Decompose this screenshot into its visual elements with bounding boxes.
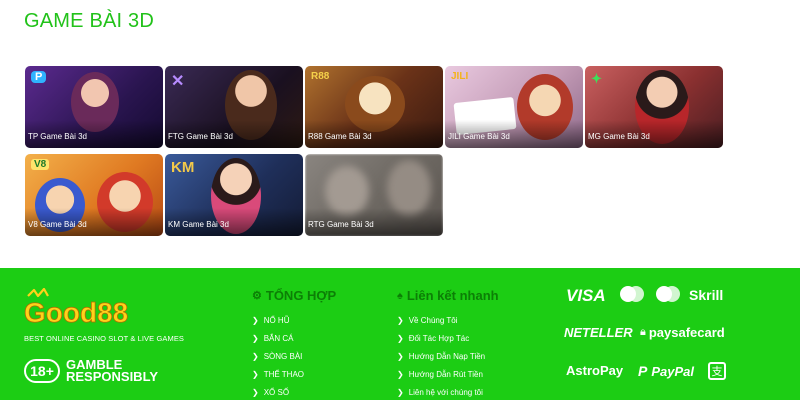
age-18-badge: 18+	[24, 359, 60, 383]
footer-link-no-hu[interactable]: ❯ NỔ HŨ	[252, 311, 304, 329]
footer-tagline: BEST ONLINE CASINO SLOT & LIVE GAMES	[24, 334, 185, 343]
alipay-icon: 支	[708, 362, 726, 380]
game-card-rtg[interactable]: RTG Game Bài 3d	[305, 154, 443, 236]
game-card-v8[interactable]: V8 V8 Game Bài 3d	[25, 154, 163, 236]
lock-icon: 🔒︎	[640, 326, 646, 338]
footer-col-title-summary: ⚙ TỔNG HỢP	[252, 288, 337, 303]
paypal-logo: P PayPal	[638, 363, 694, 379]
gear-icon: ⚙	[252, 290, 262, 302]
svg-text:Good88: Good88	[24, 297, 128, 328]
mastercard-logo	[620, 286, 644, 302]
provider-logo: R88	[311, 71, 330, 82]
paypal-p-icon: P	[638, 363, 648, 379]
chevron-right-icon: ❯	[252, 315, 259, 325]
footer-link-ban-ca[interactable]: ❯ BẮN CÁ	[252, 329, 304, 347]
spade-icon: ♠	[397, 289, 403, 302]
game-card-label: FTG Game Bài 3d	[168, 132, 233, 141]
good88-logo[interactable]: Good88	[24, 288, 154, 328]
chevron-right-icon: ❯	[252, 351, 259, 361]
provider-logo: KM	[171, 159, 195, 176]
chevron-right-icon: ❯	[397, 387, 404, 397]
chevron-right-icon: ❯	[397, 333, 404, 343]
footer-link-song-bai[interactable]: ❯ SÒNG BÀI	[252, 347, 304, 365]
game-card-label: R88 Game Bài 3d	[308, 132, 372, 141]
game-grid: P TP Game Bài 3d ✕ FTG Game Bài 3d R88 R…	[25, 66, 725, 236]
skrill-logo: Skrill	[689, 287, 724, 303]
provider-logo: P	[31, 71, 47, 83]
footer-link-contact[interactable]: ❯ Liên hệ với chúng tôi	[397, 383, 485, 401]
maestro-logo	[656, 286, 680, 302]
game-card-mg[interactable]: ✦ MG Game Bài 3d	[585, 66, 723, 148]
chevron-right-icon: ❯	[397, 315, 404, 325]
chevron-right-icon: ❯	[252, 387, 259, 397]
footer-links-summary: ❯ NỔ HŨ ❯ BẮN CÁ ❯ SÒNG BÀI ❯ THỂ THAO ❯ XỔ S…	[252, 311, 304, 401]
game-card-label: MG Game Bài 3d	[588, 132, 650, 141]
footer-link-deposit-guide[interactable]: ❯ Hướng Dẫn Nạp Tiền	[397, 347, 485, 365]
footer-link-the-thao[interactable]: ❯ THỂ THAO	[252, 365, 304, 383]
game-card-r88[interactable]: R88 R88 Game Bài 3d	[305, 66, 443, 148]
paysafecard-logo: 🔒︎ paysafecard	[640, 325, 725, 340]
game-card-km[interactable]: KM KM Game Bài 3d	[165, 154, 303, 236]
game-card-ftg[interactable]: ✕ FTG Game Bài 3d	[165, 66, 303, 148]
provider-logo: ✦	[591, 71, 602, 86]
game-card-label: JILI Game Bài 3d	[448, 132, 510, 141]
chevron-right-icon: ❯	[252, 369, 259, 379]
footer-link-about[interactable]: ❯ Về Chúng Tôi	[397, 311, 485, 329]
game-card-jili[interactable]: JILI JILI Game Bài 3d	[445, 66, 583, 148]
provider-logo: JILI	[451, 71, 469, 82]
game-card-label: RTG Game Bài 3d	[308, 220, 374, 229]
section-title: GAME BÀI 3D	[24, 10, 155, 32]
game-card-tp[interactable]: P TP Game Bài 3d	[25, 66, 163, 148]
footer-col-title-quicklinks: ♠ Liên kết nhanh	[397, 288, 499, 303]
chevron-right-icon: ❯	[397, 369, 404, 379]
gamble-responsibly-badge: 18+ GAMBLE RESPONSIBLY	[24, 356, 158, 386]
neteller-logo: NETELLER	[564, 325, 633, 340]
astropay-logo: AstroPay	[566, 363, 624, 378]
visa-logo: VISA	[566, 286, 606, 305]
game-card-label: V8 Game Bài 3d	[28, 220, 87, 229]
chevron-right-icon: ❯	[252, 333, 259, 343]
chevron-right-icon: ❯	[397, 351, 404, 361]
footer-link-withdraw-guide[interactable]: ❯ Hướng Dẫn Rút Tiền	[397, 365, 485, 383]
game-card-label: TP Game Bài 3d	[28, 132, 87, 141]
provider-logo: V8	[31, 159, 50, 170]
footer-link-partners[interactable]: ❯ Đối Tác Hợp Tác	[397, 329, 485, 347]
footer-links-quick: ❯ Về Chúng Tôi ❯ Đối Tác Hợp Tác ❯ Hướng Dẫ…	[397, 311, 485, 401]
provider-logo: ✕	[171, 73, 185, 90]
footer-link-xo-so[interactable]: ❯ XỔ SỐ	[252, 383, 304, 401]
game-card-label: KM Game Bài 3d	[168, 220, 229, 229]
